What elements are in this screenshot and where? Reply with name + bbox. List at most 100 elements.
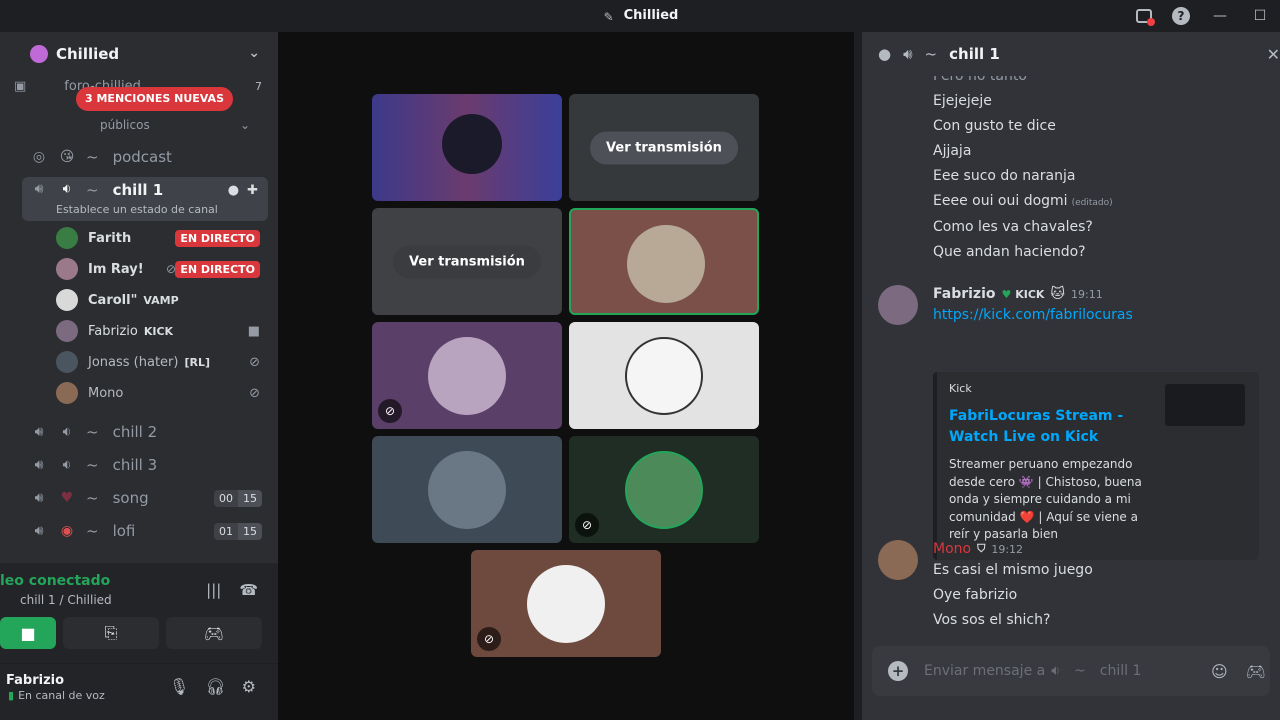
channel-name: lofi [112, 522, 136, 540]
video-tile[interactable]: ⊘ [569, 436, 759, 543]
channel-chill-3[interactable]: 🔊︎ 🔉︎ ~ chill 3 [22, 450, 268, 480]
voice-user[interactable]: Mono ⊘ [56, 379, 266, 407]
add-attachment-icon[interactable]: + [888, 661, 908, 681]
stream-tile[interactable]: Ver transmisión [372, 208, 562, 315]
headphones-icon[interactable]: 🎧︎ [205, 677, 225, 696]
message-link[interactable]: https://kick.com/fabrilocuras [933, 307, 1133, 323]
disconnect-icon[interactable]: ☎ [239, 581, 258, 599]
chat-channel-name: chill 1 [949, 45, 1000, 63]
avatar[interactable] [878, 540, 918, 580]
stream-tile[interactable]: Ver transmisión [569, 94, 759, 201]
connection-location[interactable]: chill 1 / Chillied [20, 593, 112, 607]
channel-podcast[interactable]: ◎ 😘 ~ podcast [22, 142, 268, 172]
voice-connection-panel: leo conectado chill 1 / Chillied ||| ☎ ■… [0, 563, 278, 720]
muted-mic-icon: ⊘ [477, 627, 501, 651]
watch-stream-button[interactable]: Ver transmisión [590, 131, 738, 164]
user-limit-badge: 01 15 [214, 522, 262, 540]
avatar[interactable] [878, 285, 918, 325]
avatar [56, 227, 78, 249]
channel-lofi[interactable]: 🔊︎ ◉ ~ lofi 01 15 [22, 516, 268, 546]
channel-status-hint[interactable]: Establece un estado de canal [56, 203, 218, 216]
message-line-edited: Eeee oui oui dogmi (editado) [933, 193, 1113, 209]
video-tile-speaking[interactable] [569, 208, 759, 315]
embed-provider: Kick [949, 382, 972, 395]
channel-name: song [112, 489, 149, 507]
tilde-icon: ~ [86, 181, 99, 199]
speaker-icon: 🔊︎ [34, 424, 44, 440]
help-icon[interactable]: ? [1172, 7, 1190, 25]
chat-icon[interactable]: ● [228, 183, 239, 198]
author-name[interactable]: Mono [933, 541, 971, 557]
camera-button[interactable]: ■ [0, 617, 56, 649]
channel-name: chill 3 [112, 456, 158, 474]
voice-user[interactable]: Jonass (hater) [RL] ⊘ [56, 348, 266, 376]
voice-user[interactable]: Fabrizio KICK ■ [56, 317, 266, 345]
message-line: Eee suco do naranja [933, 168, 1076, 184]
tilde-icon: ~ [86, 148, 99, 166]
voice-stage: Ver transmisión Ver transmisión ⊘ ⊘ ⊘ [278, 32, 854, 720]
emoji-icon[interactable]: ☺ [1211, 662, 1228, 681]
speaker-emoji-icon: 🔉︎ [62, 181, 72, 197]
screen-share-button[interactable]: ⎘ [63, 617, 159, 649]
author-name[interactable]: Fabrizio [933, 286, 995, 302]
voice-user[interactable]: Farith EN DIRECTO [56, 224, 266, 252]
noise-suppression-icon[interactable]: ||| [206, 581, 221, 599]
record-icon: ◉ [60, 523, 74, 539]
video-tile[interactable] [372, 94, 562, 201]
message-composer[interactable]: + Enviar mensaje a 🔉︎ ~ chill 1 ☺ 🎮︎ [872, 646, 1270, 696]
speaker-emoji-icon: 🔉︎ [62, 424, 72, 440]
invite-icon[interactable]: ✚ [247, 183, 258, 198]
user-area: Fabrizio ▮ En canal de voz 🎙︎ 🎧︎ ⚙ [0, 663, 278, 720]
video-tile[interactable]: ⊘ [471, 550, 661, 657]
activity-button[interactable]: 🎮︎ [166, 617, 262, 649]
close-icon[interactable]: ✕ [1267, 45, 1280, 64]
shield-icon: ⛉ [977, 542, 986, 555]
forum-count: 7 [255, 79, 262, 93]
kick-badge: ♥ KICK [1001, 287, 1045, 301]
voice-user[interactable]: Caroll" VAMP [56, 286, 266, 314]
inbox-icon[interactable] [1136, 9, 1155, 26]
forum-icon: ▣ [14, 78, 27, 94]
gamepad-icon[interactable]: 🎮︎ [1246, 662, 1266, 681]
voice-user-name: Fabrizio [88, 323, 138, 339]
embed-thumbnail[interactable] [1165, 384, 1245, 426]
voice-user-name: Caroll" [88, 292, 138, 308]
connection-status[interactable]: leo conectado [0, 573, 110, 589]
microphone-icon[interactable]: 🎙︎ [169, 677, 189, 696]
speaker-icon: 🔊︎ [34, 523, 44, 539]
tilde-icon: ~ [86, 522, 99, 540]
message-line: Que andan haciendo? [933, 244, 1086, 260]
mentions-badge[interactable]: 3 MENCIONES NUEVAS [76, 87, 233, 111]
watch-stream-button[interactable]: Ver transmisión [393, 245, 541, 278]
category-header[interactable]: públicos ⌄ [30, 118, 250, 132]
speaker-icon: 🔊︎ [34, 490, 44, 506]
channel-song[interactable]: 🔊︎ ♥ ~ song 00 15 [22, 483, 268, 513]
video-tile[interactable]: ⊘ [372, 322, 562, 429]
speaker-icon: 🔉︎ [1051, 663, 1061, 679]
channel-chill-1[interactable]: 🔊︎ 🔉︎ ~ chill 1 ● ✚ Establece un estado d… [22, 177, 268, 221]
tilde-icon: ~ [924, 45, 938, 63]
video-tile[interactable] [372, 436, 562, 543]
server-name: Chillied [56, 45, 120, 63]
video-tile[interactable] [569, 322, 759, 429]
embed-title[interactable]: FabriLocuras Stream - Watch Live on Kick [949, 406, 1159, 448]
maximize-button[interactable]: ☐ [1250, 6, 1270, 26]
user-status-text: En canal de voz [18, 689, 105, 702]
badge-label: KICK [1015, 287, 1045, 301]
message-header: Mono ⛉ 19:12 [933, 541, 1023, 557]
chevron-down-icon[interactable]: ⌄ [248, 45, 260, 61]
message-line: Ejejejeje [933, 93, 992, 109]
gamepad-icon: 🎮︎ [203, 623, 225, 643]
voice-user[interactable]: Im Ray! ⊘ EN DIRECTO [56, 255, 266, 283]
gear-icon[interactable]: ⚙ [242, 677, 256, 696]
voice-user-name: Jonass (hater) [88, 354, 179, 370]
channel-chill-2[interactable]: 🔊︎ 🔉︎ ~ chill 2 [22, 417, 268, 447]
timestamp: 19:11 [1071, 287, 1103, 301]
tilde-icon: ~ [86, 489, 99, 507]
user-name[interactable]: Fabrizio [6, 673, 64, 688]
muted-mic-icon: ⊘ [249, 385, 260, 401]
voice-user-name: Im Ray! [88, 261, 144, 277]
server-header[interactable]: Chillied ⌄ [0, 32, 278, 76]
minimize-button[interactable]: — [1210, 6, 1230, 26]
live-badge: EN DIRECTO [175, 229, 260, 247]
